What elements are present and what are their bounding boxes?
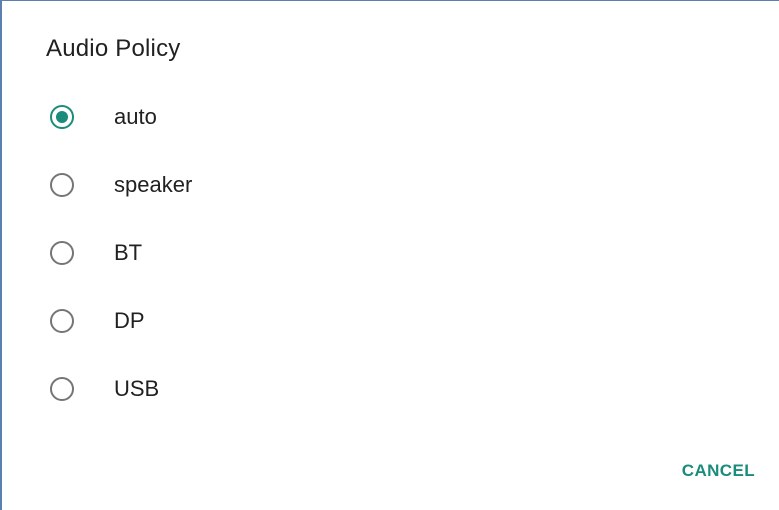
option-auto[interactable]: auto xyxy=(2,83,779,151)
audio-policy-dialog: Audio Policy auto speaker BT DP USB CANC… xyxy=(2,1,779,510)
option-dp[interactable]: DP xyxy=(2,287,779,355)
option-label: DP xyxy=(114,308,145,333)
radio-group: auto speaker BT DP USB xyxy=(2,83,779,423)
option-label: auto xyxy=(114,104,157,129)
radio-button[interactable] xyxy=(50,241,74,265)
option-label: USB xyxy=(114,376,160,401)
option-label: speaker xyxy=(114,172,193,197)
option-speaker[interactable]: speaker xyxy=(2,151,779,219)
dialog-title: Audio Policy xyxy=(46,35,181,62)
cancel-button[interactable]: CANCEL xyxy=(682,457,755,485)
option-usb[interactable]: USB xyxy=(2,355,779,423)
radio-button[interactable] xyxy=(50,173,74,197)
option-label: BT xyxy=(114,240,143,265)
radio-button-checked[interactable] xyxy=(50,105,74,129)
option-bt[interactable]: BT xyxy=(2,219,779,287)
radio-button[interactable] xyxy=(50,377,74,401)
radio-button[interactable] xyxy=(50,309,74,333)
window-frame: Audio Policy auto speaker BT DP USB CANC… xyxy=(0,0,779,510)
